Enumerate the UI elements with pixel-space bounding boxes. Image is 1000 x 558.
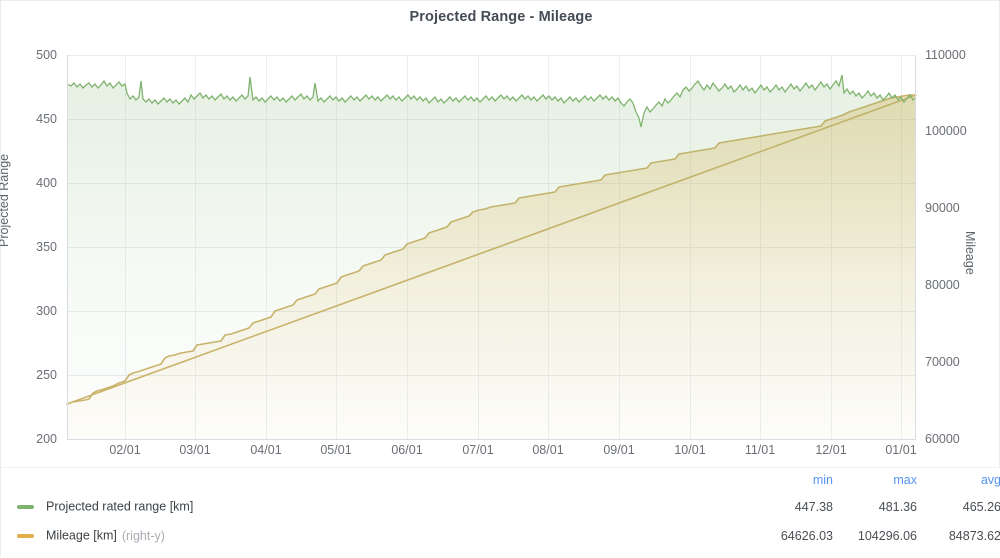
x-tick-06-01: 06/01 [391,443,423,457]
legend: min max avg Projected rated range [km] 4… [1,467,1000,558]
x-tick-07-01: 07/01 [462,443,494,457]
x-tick-01-01: 01/01 [885,443,917,457]
y-tick-right-70000: 70000 [925,355,960,369]
legend-table: min max avg Projected rated range [km] 4… [1,468,1000,550]
y-tick-right-100000: 100000 [925,124,967,138]
y-tick-left-500: 500 [36,48,57,62]
x-tick-09-01: 09/01 [603,443,635,457]
series-projected-range [66,74,917,439]
legend-header-row: min max avg [1,468,1000,492]
y-tick-left-300: 300 [36,304,57,318]
y-tick-left-250: 250 [36,368,57,382]
y-tick-right-60000: 60000 [925,432,960,446]
legend-header-max[interactable]: max [833,468,917,492]
x-tick-03-01: 03/01 [179,443,211,457]
legend-series-name-cell[interactable]: Projected rated range [km] [1,492,749,521]
legend-header-spacer [1,468,749,492]
y-tick-right-90000: 90000 [925,201,960,215]
y-tick-left-450: 450 [36,112,57,126]
legend-value-min: 447.38 [794,499,833,514]
legend-value-avg: 84873.62 [948,528,1000,543]
legend-row-mileage[interactable]: Mileage [km] (right-y) 64626.03 104296.06… [1,521,1000,550]
legend-series-name-cell[interactable]: Mileage [km] (right-y) [1,521,749,550]
y-tick-left-200: 200 [36,432,57,446]
series-color-swatch-icon [17,504,34,509]
x-tick-08-01: 08/01 [532,443,564,457]
y-axis-right-line [915,55,916,439]
legend-header-avg[interactable]: avg [917,468,1000,492]
y-tick-right-80000: 80000 [925,278,960,292]
x-axis-line [67,439,916,440]
x-tick-05-01: 05/01 [320,443,352,457]
x-tick-11-01: 11/01 [744,443,776,457]
y-axis-left-line [67,55,68,439]
series-canvas [66,74,917,439]
legend-value-min: 64626.03 [780,528,833,543]
y-tick-right-110000: 110000 [925,48,966,62]
y-tick-left-400: 400 [36,176,57,190]
legend-value-max: 481.36 [878,499,917,514]
legend-value-max: 104296.06 [857,528,917,543]
x-tick-02-01: 02/01 [109,443,141,457]
chart-panel: Projected Range - Mileage Projected Rang… [0,0,1000,558]
panel-title: Projected Range - Mileage [409,9,593,25]
series-color-swatch-icon [17,533,34,538]
y-axis-right-title: Mileage [963,231,977,275]
legend-series-axis-note: (right-y) [121,528,165,543]
legend-series-label: Projected rated range [km] [46,499,194,514]
x-tick-04-01: 04/01 [250,443,282,457]
legend-row-projected-range[interactable]: Projected rated range [km] 447.38 481.36… [1,492,1000,521]
x-tick-10-01: 10/01 [674,443,706,457]
x-tick-12-01: 12/01 [815,443,847,457]
y-tick-left-350: 350 [36,240,57,254]
legend-header-min[interactable]: min [749,468,833,492]
y-axis-left-title: Projected Range [0,153,11,247]
plot-area [66,55,917,440]
legend-series-label: Mileage [km] [46,528,117,543]
legend-value-avg: 465.26 [962,499,1000,514]
series-projected-range-area [67,75,916,439]
